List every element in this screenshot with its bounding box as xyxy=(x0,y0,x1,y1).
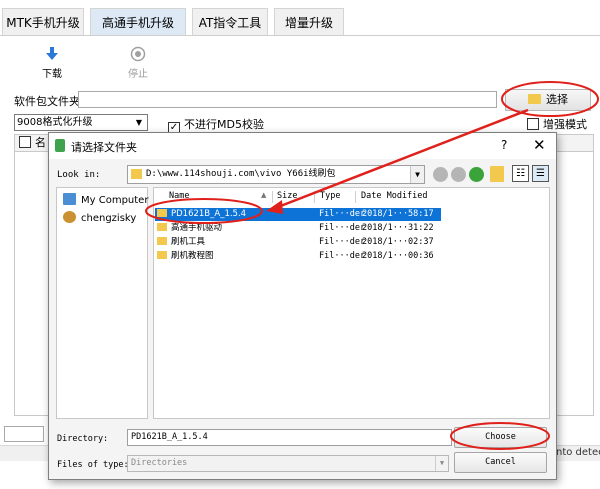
select-folder-button[interactable]: 选择 xyxy=(505,89,591,111)
sidebar-item-my-computer[interactable]: My Computer xyxy=(63,193,148,206)
package-folder-label: 软件包文件夹 xyxy=(14,95,80,108)
stop-label: 停止 xyxy=(128,69,148,80)
forward-icon[interactable] xyxy=(451,167,466,182)
file-name: 刷机工具 xyxy=(171,237,206,247)
folder-icon xyxy=(157,223,167,231)
file-name: 刷机教程图 xyxy=(171,251,214,261)
folder-icon xyxy=(157,251,167,259)
file-row[interactable]: PD1621B_A_1.5.4 Fil···der 2018/1···58:17 xyxy=(155,208,441,221)
column-header-type[interactable]: Type xyxy=(320,191,340,201)
file-name: 高通手机驱动 xyxy=(171,223,223,233)
tab-bar: MTK手机升级 高通手机升级 AT指令工具 增量升级 xyxy=(0,4,600,36)
table-header-name: 名 xyxy=(35,136,46,149)
enhanced-mode-checkbox[interactable]: 增强模式 xyxy=(527,116,587,132)
column-header-name[interactable]: Name xyxy=(169,191,189,201)
enhanced-mode-label: 增强模式 xyxy=(543,118,587,131)
skip-md5-label: 不进行MD5校验 xyxy=(184,118,264,131)
app-icon xyxy=(55,139,65,152)
file-name-cell: 刷机教程图 xyxy=(157,250,214,263)
directory-input[interactable]: PD1621B_A_1.5.4 xyxy=(127,429,452,446)
directory-label: Directory: xyxy=(57,434,109,444)
dialog-title: 请选择文件夹 xyxy=(71,141,137,154)
detail-view-icon[interactable]: ☰ xyxy=(532,165,549,182)
column-header-size[interactable]: Size xyxy=(277,191,297,201)
folder-icon xyxy=(131,169,142,179)
folder-icon xyxy=(528,94,541,104)
look-in-path-combo[interactable]: D:\www.114shouji.com\vivo Y66i线刷包 ▼ xyxy=(127,165,425,184)
file-list: Name ▲ Size Type Date Modified PD1621B_A… xyxy=(153,187,550,419)
download-label: 下载 xyxy=(42,69,62,80)
files-of-type-label: Files of type: xyxy=(57,460,129,470)
download-button[interactable]: 下载 xyxy=(32,46,72,80)
sidebar-item-label: chengzisky xyxy=(81,213,137,224)
files-of-type-value: Directories xyxy=(131,458,188,468)
tab-mtk-upgrade[interactable]: MTK手机升级 xyxy=(2,8,84,36)
stop-button[interactable]: 停止 xyxy=(118,46,158,80)
file-row[interactable]: 刷机工具 Fil···der 2018/1···02:37 xyxy=(155,236,441,249)
back-icon[interactable] xyxy=(433,167,448,182)
column-separator xyxy=(314,191,315,203)
file-name-cell: 高通手机驱动 xyxy=(157,222,222,235)
file-row[interactable]: 高通手机驱动 Fil···der 2018/1···31:22 xyxy=(155,222,441,235)
list-view-icon[interactable]: ☷ xyxy=(512,165,529,182)
close-button[interactable]: ✕ xyxy=(533,136,546,154)
tab-qualcomm-upgrade[interactable]: 高通手机升级 xyxy=(90,8,186,36)
places-sidebar: My Computer chengzisky xyxy=(56,187,148,419)
folder-icon xyxy=(157,209,167,217)
help-button[interactable]: ? xyxy=(501,138,507,152)
file-row[interactable]: 刷机教程图 Fil···der 2018/1···00:36 xyxy=(155,250,441,263)
checkbox-unchecked-icon xyxy=(527,118,539,130)
file-type-cell: Fil···der xyxy=(319,223,366,233)
computer-icon xyxy=(63,193,76,205)
file-type-cell: Fil···der xyxy=(319,251,366,261)
sidebar-item-label: My Computer xyxy=(81,195,149,206)
file-date-cell: 2018/1···00:36 xyxy=(362,251,434,261)
dialog-title-bar: 请选择文件夹 ? ✕ xyxy=(49,133,556,159)
tab-divider xyxy=(0,35,600,36)
file-type-cell: Fil···der xyxy=(319,209,366,219)
look-in-label: Look in: xyxy=(57,170,101,180)
choose-button[interactable]: Choose xyxy=(454,427,547,448)
download-arrow-icon xyxy=(46,47,58,60)
new-folder-icon[interactable] xyxy=(490,166,504,182)
sort-ascending-icon: ▲ xyxy=(261,191,267,199)
file-date-cell: 2018/1···58:17 xyxy=(362,209,434,219)
log-input[interactable] xyxy=(4,426,44,442)
file-date-cell: 2018/1···31:22 xyxy=(362,223,434,233)
file-name-cell: 刷机工具 xyxy=(157,236,205,249)
upgrade-mode-value: 9008格式化升级 xyxy=(17,117,93,128)
chevron-down-icon: ▼ xyxy=(410,166,424,183)
select-all-checkbox[interactable] xyxy=(19,136,31,148)
files-of-type-select[interactable]: Directories ▼ xyxy=(127,455,449,472)
column-separator xyxy=(272,191,273,203)
folder-icon xyxy=(157,237,167,245)
stop-icon xyxy=(130,46,146,62)
status-text: nto detect xyxy=(556,447,600,458)
user-icon xyxy=(63,211,76,223)
package-folder-input[interactable] xyxy=(78,91,497,108)
look-in-path: D:\www.114shouji.com\vivo Y66i线刷包 xyxy=(146,169,336,179)
file-date-cell: 2018/1···02:37 xyxy=(362,237,434,247)
file-name: PD1621B_A_1.5.4 xyxy=(171,209,247,219)
column-separator xyxy=(355,191,356,203)
cancel-button[interactable]: Cancel xyxy=(454,452,547,473)
column-header-date[interactable]: Date Modified xyxy=(361,191,428,201)
file-type-cell: Fil···der xyxy=(319,237,366,247)
select-button-label: 选择 xyxy=(546,93,568,106)
upgrade-mode-select[interactable]: 9008格式化升级 ▼ xyxy=(14,114,148,131)
parent-directory-icon[interactable] xyxy=(469,167,484,182)
sidebar-item-user[interactable]: chengzisky xyxy=(63,211,136,224)
tab-incremental-upgrade[interactable]: 增量升级 xyxy=(274,8,344,36)
chevron-down-icon: ▼ xyxy=(435,456,448,471)
tab-at-command-tool[interactable]: AT指令工具 xyxy=(192,8,268,36)
file-name-cell: PD1621B_A_1.5.4 xyxy=(157,208,246,221)
chevron-down-icon: ▼ xyxy=(135,118,143,127)
select-folder-dialog: 请选择文件夹 ? ✕ Look in: D:\www.114shouji.com… xyxy=(48,132,557,480)
